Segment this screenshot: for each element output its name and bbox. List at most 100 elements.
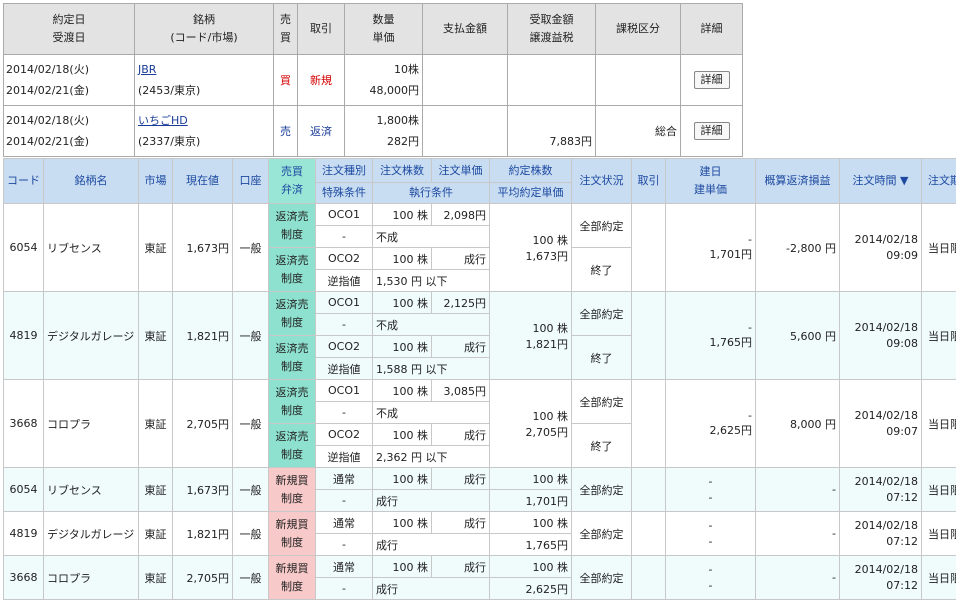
order-market: 東証 (138, 511, 173, 556)
col-name: 銘柄名 (43, 158, 139, 204)
order-name: コロプラ (43, 555, 139, 600)
order-unit: 3,085円 (431, 379, 490, 402)
order-name: リブセンス (43, 467, 139, 512)
order-row: 6054 リブセンス 東証 1,673円 一般 新規買 制度 通常 100 株 成… (3, 467, 956, 512)
order-market: 東証 (138, 467, 173, 512)
orders-header-row: コード 銘柄名 市場 現在値 口座 売買 弁済 注文種別 注文株数 注文単価 約定… (3, 158, 956, 204)
status-complete[interactable]: 全部約定 (571, 555, 632, 600)
done-qty: 100 株 1,673円 (489, 203, 572, 292)
order-type: OCO1 (315, 379, 373, 402)
order-pl: 8,000 円 (755, 379, 840, 468)
tax-type: 総合 (595, 105, 681, 157)
order-account: 一般 (232, 291, 269, 380)
special-cond: 逆指値 (315, 357, 373, 380)
order-price: 2,705円 (172, 555, 233, 600)
order-cancel (631, 511, 666, 556)
order-unit: 成行 (431, 335, 490, 358)
exec-cond: 成行 (372, 577, 490, 600)
build-info: -2,625円 (665, 379, 756, 468)
buysell-badge: 新規買 制度 (268, 555, 316, 600)
order-unit: 2,125円 (431, 291, 490, 314)
header-recv: 受取金額 譲渡益税 (507, 3, 596, 55)
order-row: 4819 デジタルガレージ 東証 1,821円 一般 返済売 制度 OCO1 10… (3, 291, 956, 380)
status-complete[interactable]: 全部約定 (571, 467, 632, 512)
order-type: 通常 (315, 511, 373, 534)
col-pl: 概算返済損益 (755, 158, 840, 204)
order-qty: 100 株 (372, 247, 432, 270)
status-complete[interactable]: 全部約定 (571, 203, 632, 248)
order-expiry: 当日限り (921, 291, 956, 380)
order-pl: 5,600 円 (755, 291, 840, 380)
build-info: -- (665, 511, 756, 556)
build-info: -1,701円 (665, 203, 756, 292)
buysell-badge: 新規買 制度 (268, 511, 316, 556)
detail-button[interactable]: 詳細 (693, 122, 730, 140)
summary-row: 2014/02/18(火) 2014/02/21(金) JBR (2453/東京) … (3, 54, 743, 106)
order-qty: 100 株 (372, 423, 432, 446)
order-code: 3668 (3, 555, 44, 600)
header-qty: 数量 単価 (344, 3, 423, 55)
status-complete[interactable]: 全部約定 (571, 379, 632, 424)
build-info: -- (665, 555, 756, 600)
stock-cell: JBR (2453/東京) (134, 54, 274, 106)
order-code: 4819 (3, 291, 44, 380)
stock-link[interactable]: いちごHD (138, 114, 188, 127)
exec-cond: 1,530 円 以下 (372, 269, 490, 292)
pay-amount (422, 54, 508, 106)
special-cond: 逆指値 (315, 269, 373, 292)
detail-cell: 詳細 (680, 105, 743, 157)
header-tax: 課税区分 (595, 3, 681, 55)
side-buy: 買 (273, 54, 298, 106)
special-cond: - (315, 577, 373, 600)
col-account: 口座 (232, 158, 269, 204)
col-avg: 平均約定単価 (489, 182, 572, 204)
status-finished[interactable]: 終了 (571, 423, 632, 468)
col-market: 市場 (138, 158, 173, 204)
pay-amount (422, 105, 508, 157)
order-price: 1,821円 (172, 291, 233, 380)
col-price: 現在値 (172, 158, 233, 204)
order-unit: 成行 (431, 511, 490, 534)
order-name: リブセンス (43, 203, 139, 292)
order-qty: 100 株 (372, 291, 432, 314)
order-account: 一般 (232, 203, 269, 292)
order-expiry: 当日限り (921, 467, 956, 512)
order-price: 1,673円 (172, 203, 233, 292)
detail-button[interactable]: 詳細 (693, 71, 730, 89)
order-row: 4819 デジタルガレージ 東証 1,821円 一般 新規買 制度 通常 100 … (3, 511, 956, 556)
summary-header-row: 約定日 受渡日 銘柄 (コード/市場) 売買 取引 数量 単価 支払金額 受取金額 譲渡… (3, 3, 743, 55)
order-row: 3668 コロプラ 東証 2,705円 一般 返済売 制度 OCO1 100 株 … (3, 379, 956, 468)
status-finished[interactable]: 終了 (571, 335, 632, 380)
order-expiry: 当日限り (921, 511, 956, 556)
status-complete[interactable]: 全部約定 (571, 291, 632, 336)
order-name: コロプラ (43, 379, 139, 468)
exec-cond: 不成 (372, 401, 490, 424)
order-market: 東証 (138, 379, 173, 468)
col-time-sort[interactable]: 注文時間 ▼ (839, 158, 922, 204)
col-code: コード (3, 158, 44, 204)
order-type: OCO1 (315, 291, 373, 314)
special-cond: - (315, 401, 373, 424)
status-finished[interactable]: 終了 (571, 247, 632, 292)
order-time: 2014/02/18 07:12 (839, 555, 922, 600)
order-type: OCO2 (315, 423, 373, 446)
header-pay: 支払金額 (422, 3, 508, 55)
stock-link[interactable]: JBR (138, 63, 156, 76)
order-account: 一般 (232, 379, 269, 468)
col-qty: 注文株数 (372, 158, 432, 183)
order-price: 1,673円 (172, 467, 233, 512)
avg-price: 2,625円 (489, 577, 572, 600)
avg-price: 1,701円 (489, 489, 572, 512)
status-complete[interactable]: 全部約定 (571, 511, 632, 556)
order-time: 2014/02/18 09:07 (839, 379, 922, 468)
col-status: 注文状況 (571, 158, 632, 204)
done-qty: 100 株 (489, 555, 572, 578)
order-qty: 100 株 (372, 555, 432, 578)
order-qty: 100 株 (372, 335, 432, 358)
col-done: 約定株数 (489, 158, 572, 183)
col-unit: 注文単価 (431, 158, 490, 183)
order-code: 6054 (3, 203, 44, 292)
special-cond: - (315, 225, 373, 248)
order-qty: 100 株 (372, 467, 432, 490)
exec-cond: 成行 (372, 533, 490, 556)
